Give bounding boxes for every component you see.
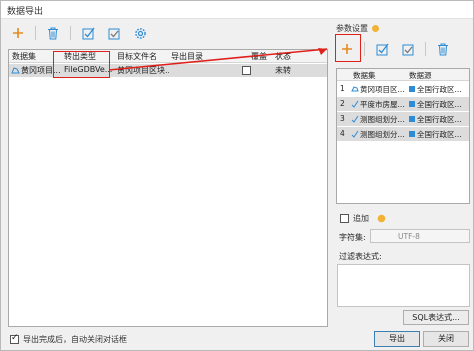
check-invert-icon xyxy=(402,44,413,55)
add-source-button[interactable] xyxy=(338,40,356,58)
region-icon xyxy=(351,86,359,92)
group-title: 参数设置 xyxy=(336,23,380,34)
cell-source: 全国行政区... xyxy=(417,130,462,139)
row-index: 3 xyxy=(340,114,345,123)
append-checkbox[interactable] xyxy=(340,214,349,223)
export-table: 数据集 转出类型 目标文件名 导出目录 覆盖 状态 黄冈项目... FileGD… xyxy=(8,49,328,327)
line-icon xyxy=(351,100,359,108)
window-title: 数据导出 xyxy=(7,7,44,17)
auto-close-checkbox[interactable] xyxy=(10,333,19,344)
select-all-button[interactable] xyxy=(79,24,97,42)
column-header[interactable]: 数据源 xyxy=(409,70,432,81)
charset-select[interactable]: UTF-8 xyxy=(370,229,470,243)
annotation-arrow xyxy=(108,48,328,71)
plus-icon xyxy=(342,44,352,54)
toolbar-separator xyxy=(70,26,71,40)
toolbar-separator xyxy=(364,42,365,56)
source-row[interactable]: 4 测图组划分... 全国行政区... xyxy=(337,127,469,141)
trash-icon xyxy=(438,43,448,55)
region-icon xyxy=(11,67,20,74)
source-toolbar xyxy=(338,39,460,59)
datasource-icon xyxy=(409,131,415,137)
source-row[interactable]: 3 测图组划分... 全国行政区... xyxy=(337,112,469,126)
info-icon xyxy=(377,214,386,223)
sql-expression-button[interactable]: SQL表达式... xyxy=(403,310,469,325)
row-index: 4 xyxy=(340,129,345,138)
charset-label: 字符集: xyxy=(339,233,366,242)
auto-close-option[interactable]: 导出完成后，自动关闭对话框 xyxy=(10,333,127,345)
check-invert-icon xyxy=(108,28,119,39)
title-bar: 数据导出 xyxy=(1,1,473,19)
check-all-icon xyxy=(376,43,389,55)
source-row[interactable]: 2 平度市房屋... 全国行政区... xyxy=(337,97,469,111)
gear-icon xyxy=(134,27,146,39)
cell-dataset: 平度市房屋... xyxy=(360,100,405,109)
source-table: 数据集 数据源 1 黄冈项目区... 全国行政区... 2 平度市房屋... 全… xyxy=(336,68,470,204)
datasource-icon xyxy=(409,86,415,92)
delete-button[interactable] xyxy=(44,24,62,42)
select-all-button[interactable] xyxy=(373,40,391,58)
settings-button[interactable] xyxy=(131,24,149,42)
check-all-icon xyxy=(82,27,95,39)
line-icon xyxy=(351,130,359,138)
toolbar-separator xyxy=(425,42,426,56)
plus-icon xyxy=(13,28,23,38)
column-header[interactable]: 数据集 xyxy=(353,70,376,81)
delete-source-button[interactable] xyxy=(434,40,452,58)
main-toolbar xyxy=(9,23,157,43)
select-invert-button[interactable] xyxy=(399,40,417,58)
append-label: 追加 xyxy=(353,214,369,223)
toolbar-separator xyxy=(35,26,36,40)
cell-source: 全国行政区... xyxy=(417,85,462,94)
charset-value: UTF-8 xyxy=(398,232,420,241)
line-icon xyxy=(351,115,359,123)
trash-icon xyxy=(48,27,58,39)
column-header[interactable]: 数据集 xyxy=(12,51,36,62)
auto-close-label: 导出完成后，自动关闭对话框 xyxy=(23,335,127,344)
select-invert-button[interactable] xyxy=(105,24,123,42)
gear-icon xyxy=(372,25,379,32)
row-index: 1 xyxy=(340,84,345,93)
table-header: 数据集 数据源 xyxy=(337,69,469,81)
cell-dataset: 测图组划分... xyxy=(360,130,405,139)
add-button[interactable] xyxy=(9,24,27,42)
export-button[interactable]: 导出 xyxy=(374,331,420,347)
close-button[interactable]: 关闭 xyxy=(423,331,469,347)
filter-expression-input[interactable] xyxy=(337,264,470,307)
cell-source: 全国行政区... xyxy=(417,115,462,124)
row-index: 2 xyxy=(340,99,345,108)
filter-label: 过滤表达式: xyxy=(339,252,382,261)
cell-dataset: 黄冈项目区... xyxy=(360,85,405,94)
export-dialog: 数据导出 数据集 转出类型 目标文件名 导出目录 覆盖 状态 黄冈项目... F… xyxy=(0,0,474,351)
source-row[interactable]: 1 黄冈项目区... 全国行政区... xyxy=(337,82,469,96)
datasource-icon xyxy=(409,101,415,107)
cell-dataset: 测图组划分... xyxy=(360,115,405,124)
datasource-icon xyxy=(409,116,415,122)
append-option[interactable]: 追加 xyxy=(340,213,386,224)
cell-source: 全国行政区... xyxy=(417,100,462,109)
